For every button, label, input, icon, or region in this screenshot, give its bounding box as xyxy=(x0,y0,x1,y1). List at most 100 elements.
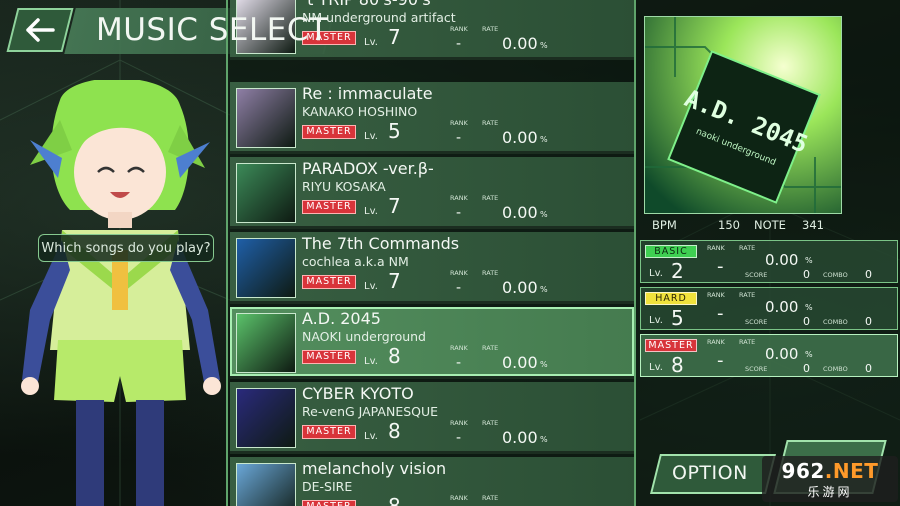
rate-value: 0.00 xyxy=(502,128,538,147)
song-row[interactable]: The 7th Commands cochlea a.k.a NM MASTER Lv… xyxy=(230,232,634,304)
watermark-main: 962 xyxy=(781,458,825,483)
rank-value: - xyxy=(717,256,724,277)
rate-label: RATE xyxy=(482,119,499,127)
level-label: Lv. xyxy=(364,356,378,367)
note-label: NOTE xyxy=(754,218,786,232)
rate-value: 0.00 xyxy=(765,251,799,269)
percent-sign: % xyxy=(540,210,548,219)
score-label: SCORE xyxy=(745,365,768,373)
level-label: Lv. xyxy=(364,431,378,442)
rate-label: RATE xyxy=(739,291,756,299)
character-speech-bubble: Which songs do you play? xyxy=(38,234,214,262)
combo-value: 0 xyxy=(865,315,872,328)
rate-value: 0.00 xyxy=(502,353,538,372)
song-artist: cochlea a.k.a NM xyxy=(302,254,409,269)
option-button-label: OPTION xyxy=(672,462,748,484)
percent-sign: % xyxy=(805,303,813,312)
level-value: 8 xyxy=(388,344,401,368)
percent-sign: % xyxy=(540,41,548,50)
level-label: Lv. xyxy=(364,37,378,48)
rank-label: RANK xyxy=(707,244,725,252)
rank-label: RANK xyxy=(450,119,468,127)
page-title: MUSIC SELECT xyxy=(96,12,329,48)
rank-label: RANK xyxy=(707,338,725,346)
rank-label: RANK xyxy=(450,419,468,427)
level-label: Lv. xyxy=(649,268,663,279)
level-label: Lv. xyxy=(364,281,378,292)
difficulty-badge: HARD xyxy=(645,292,697,305)
song-title: melancholy vision xyxy=(302,459,447,478)
song-title: ’t TRIP 80's-90's xyxy=(302,0,431,9)
note-value: 341 xyxy=(802,218,824,232)
selected-jacket-art: A.D. 2045 naoki underground xyxy=(644,16,842,214)
percent-sign: % xyxy=(540,435,548,444)
rank-value: - xyxy=(456,205,462,221)
level-value: 8 xyxy=(388,419,401,443)
watermark-sub: 乐游网 xyxy=(807,484,853,499)
song-artist: RIYU KOSAKA xyxy=(302,179,386,194)
difficulty-badge: MASTER xyxy=(302,125,356,139)
difficulty-row-basic[interactable]: BASIC Lv. 2 RANK RATE - 0.00% SCORE 0 COMBO 0 xyxy=(640,240,898,283)
combo-value: 0 xyxy=(865,268,872,281)
level-value: 5 xyxy=(671,306,684,330)
rate-label: RATE xyxy=(739,338,756,346)
difficulty-row-hard[interactable]: HARD Lv. 5 RANK RATE - 0.00% SCORE 0 COMBO 0 xyxy=(640,287,898,330)
percent-sign: % xyxy=(540,135,548,144)
rank-label: RANK xyxy=(707,291,725,299)
rank-label: RANK xyxy=(450,194,468,202)
song-row[interactable]: melancholy visionDE-SIREMASTERLv.8RANKRA… xyxy=(230,457,634,506)
song-row[interactable]: Re : immaculate KANAKO HOSHINO MASTER Lv. 5 R… xyxy=(230,82,634,154)
score-value: 0 xyxy=(803,268,810,281)
song-list[interactable]: ’t TRIP 80's-90'sNM underground artifact… xyxy=(226,0,636,506)
song-row[interactable]: PARADOX -ver.β- RIYU KOSAKA MASTER Lv. 7 RANK… xyxy=(230,157,634,229)
song-title: PARADOX -ver.β- xyxy=(302,159,434,178)
song-artist: Re-venG JAPANESQUE xyxy=(302,404,439,419)
song-row[interactable]: A.D. 2045 NAOKI underground MASTER Lv. 8 RANK… xyxy=(230,307,634,379)
song-jacket xyxy=(236,313,296,373)
song-jacket xyxy=(236,238,296,298)
navigator-character xyxy=(21,80,221,506)
difficulty-badge: MASTER xyxy=(645,339,697,352)
rank-value: - xyxy=(717,303,724,324)
song-artist: DE-SIRE xyxy=(302,479,353,494)
rate-value: 0.00 xyxy=(765,298,799,316)
level-label: Lv. xyxy=(649,315,663,326)
rate-value: 0.00 xyxy=(502,278,538,297)
rate-label: RATE xyxy=(482,269,499,277)
site-watermark: 962.NET 乐游网 xyxy=(762,456,898,502)
percent-sign: % xyxy=(540,285,548,294)
combo-value: 0 xyxy=(865,362,872,375)
song-row[interactable]: CYBER KYOTO Re-venG JAPANESQUE MASTER Lv. 8 R… xyxy=(230,382,634,454)
song-jacket xyxy=(236,463,296,506)
combo-label: COMBO xyxy=(823,318,848,326)
rate-value: 0.00 xyxy=(765,345,799,363)
rate-label: RATE xyxy=(739,244,756,252)
song-jacket xyxy=(236,88,296,148)
level-label: Lv. xyxy=(364,131,378,142)
level-value: 8 xyxy=(388,494,401,506)
level-value: 2 xyxy=(671,259,684,283)
difficulty-badge: MASTER xyxy=(302,200,356,214)
bpm-value: 150 xyxy=(718,218,740,232)
back-arrow-icon xyxy=(26,18,55,42)
rank-label: RANK xyxy=(450,494,468,502)
song-title: CYBER KYOTO xyxy=(302,384,414,403)
score-value: 0 xyxy=(803,362,810,375)
rate-label: RATE xyxy=(482,194,499,202)
back-button[interactable] xyxy=(6,8,74,52)
difficulty-badge: MASTER xyxy=(302,425,356,439)
level-value: 7 xyxy=(388,194,401,218)
difficulty-badge: BASIC xyxy=(645,245,697,258)
rank-label: RANK xyxy=(450,269,468,277)
score-value: 0 xyxy=(803,315,810,328)
song-title: Re : immaculate xyxy=(302,84,433,103)
rank-value: - xyxy=(456,280,462,296)
rank-value: - xyxy=(456,36,462,52)
watermark-main-suffix: .NET xyxy=(824,458,879,483)
score-label: SCORE xyxy=(745,318,768,326)
difficulty-row-master[interactable]: MASTER Lv. 8 RANK RATE - 0.00% SCORE 0 COMBO 0 xyxy=(640,334,898,377)
rank-value: - xyxy=(717,350,724,371)
rank-value: - xyxy=(456,130,462,146)
rate-value: 0.00 xyxy=(502,428,538,447)
combo-label: COMBO xyxy=(823,365,848,373)
